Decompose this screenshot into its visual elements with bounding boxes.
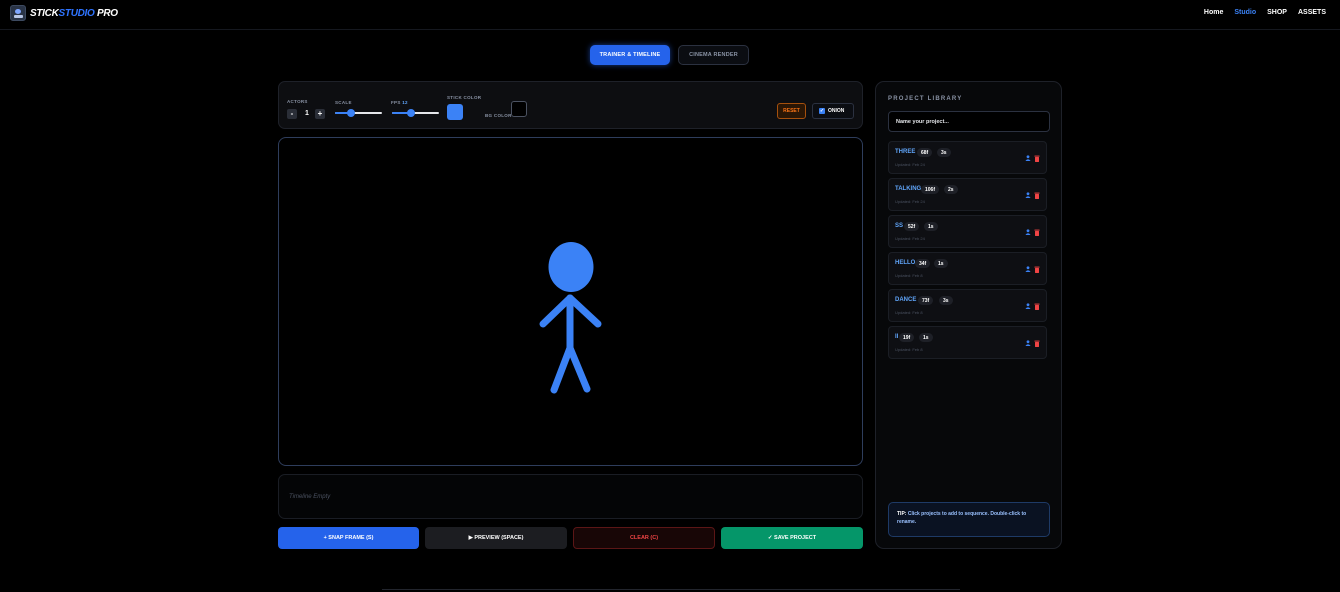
- project-duration-badge: 3s: [939, 296, 953, 305]
- delete-project-icon[interactable]: [1034, 340, 1040, 347]
- project-name-input[interactable]: [888, 111, 1050, 132]
- project-duration-badge: 2s: [944, 185, 958, 194]
- onion-checkbox-icon[interactable]: ✓: [819, 108, 825, 114]
- project-item[interactable]: TALKING 106f 2s Updated: Feb 24: [888, 178, 1047, 211]
- project-name: DANCE: [895, 297, 917, 303]
- fps-value: 12: [402, 100, 408, 105]
- scale-slider-handle[interactable]: [347, 109, 355, 117]
- timeline-strip[interactable]: Timeline Empty: [278, 474, 863, 519]
- project-library-panel: PROJECT LIBRARY THREE 68f 3s Updated: Fe…: [875, 81, 1062, 549]
- top-bar: STICKSTUDIO PRO Home Studio SHOP ASSETS: [0, 0, 1340, 30]
- actors-label: ACTORS: [287, 99, 308, 104]
- stick-figure-right-leg[interactable]: [566, 344, 591, 393]
- project-item[interactable]: DANCE 73f 3s Updated: Feb 8: [888, 289, 1047, 322]
- project-frames-badge: 19f: [899, 333, 915, 342]
- stick-figure-right-arm[interactable]: [566, 294, 602, 328]
- stick-figure[interactable]: [279, 138, 864, 467]
- scale-slider[interactable]: [335, 109, 382, 117]
- project-updated: Updated: Feb 8: [895, 310, 923, 315]
- project-name: HELLO: [895, 260, 916, 266]
- logo-text: STICKSTUDIO PRO: [30, 8, 118, 19]
- tip-box: TIP: Click projects to add to sequence. …: [888, 502, 1050, 537]
- delete-project-icon[interactable]: [1034, 303, 1040, 310]
- fps-label-text: FPS: [391, 100, 401, 105]
- delete-project-icon[interactable]: [1034, 229, 1040, 236]
- add-to-sequence-icon[interactable]: [1025, 229, 1031, 235]
- project-frames-badge: 52f: [904, 222, 920, 231]
- delete-project-icon[interactable]: [1034, 266, 1040, 273]
- tab-trainer-timeline[interactable]: TRAINER & TIMELINE: [590, 45, 670, 65]
- project-duration-badge: 1s: [934, 259, 948, 268]
- preview-button[interactable]: ▶ PREVIEW (SPACE): [425, 527, 567, 549]
- stick-color-label: STICK COLOR: [447, 95, 482, 100]
- actors-increment-button[interactable]: +: [315, 109, 325, 119]
- save-project-button[interactable]: ✓ SAVE PROJECT: [721, 527, 863, 549]
- reset-button[interactable]: RESET: [777, 103, 806, 119]
- bg-color-label: BG COLOR: [485, 113, 512, 118]
- project-frames-badge: 106f: [921, 185, 940, 194]
- stick-figure-left-leg[interactable]: [550, 344, 574, 394]
- tip-text: Click projects to add to sequence. Doubl…: [897, 511, 1027, 525]
- action-bar: + SNAP FRAME (S) ▶ PREVIEW (SPACE) CLEAR…: [278, 527, 863, 549]
- nav-shop[interactable]: SHOP: [1267, 9, 1287, 16]
- onion-label: ONION: [828, 108, 845, 114]
- mode-tabs: TRAINER & TIMELINE CINEMA RENDER: [590, 45, 749, 65]
- project-item[interactable]: HELLO 34f 1s Updated: Feb 8: [888, 252, 1047, 285]
- clear-button[interactable]: CLEAR (C): [573, 527, 715, 549]
- project-name: II: [895, 334, 899, 340]
- project-frames-badge: 73f: [918, 296, 934, 305]
- onion-toggle[interactable]: ✓ ONION: [812, 103, 854, 119]
- animation-canvas[interactable]: [278, 137, 863, 466]
- footer-divider: [382, 589, 960, 590]
- project-updated: Updated: Feb 24: [895, 236, 925, 241]
- logo-text-studio: STUDIO: [58, 7, 95, 19]
- project-name: TALKING: [895, 186, 922, 192]
- add-to-sequence-icon[interactable]: [1025, 303, 1031, 309]
- stick-color-picker[interactable]: [447, 104, 463, 120]
- project-updated: Updated: Feb 24: [895, 162, 925, 167]
- app-logo[interactable]: STICKSTUDIO PRO: [10, 5, 118, 21]
- tab-cinema-render[interactable]: CINEMA RENDER: [678, 45, 749, 65]
- add-to-sequence-icon[interactable]: [1025, 266, 1031, 272]
- bg-color-picker[interactable]: [511, 101, 527, 117]
- project-name: THREE: [895, 149, 916, 155]
- add-to-sequence-icon[interactable]: [1025, 192, 1031, 198]
- project-frames-badge: 68f: [917, 148, 933, 157]
- delete-project-icon[interactable]: [1034, 192, 1040, 199]
- project-updated: Updated: Feb 24: [895, 199, 925, 204]
- project-duration-badge: 1s: [924, 222, 938, 231]
- project-item[interactable]: II 19f 1s Updated: Feb 8: [888, 326, 1047, 359]
- fps-slider[interactable]: [392, 109, 439, 117]
- fps-label: FPS 12: [391, 100, 408, 105]
- tip-label: TIP:: [897, 511, 907, 517]
- project-item[interactable]: THREE 68f 3s Updated: Feb 24: [888, 141, 1047, 174]
- logo-icon: [10, 5, 26, 21]
- logo-text-stick: STICK: [30, 7, 59, 19]
- main-nav: Home Studio SHOP ASSETS: [1204, 9, 1326, 16]
- project-duration-badge: 3s: [937, 148, 951, 157]
- project-name: SS: [895, 223, 904, 229]
- project-duration-badge: 1s: [919, 333, 933, 342]
- timeline-empty-text: Timeline Empty: [289, 494, 331, 500]
- controls-toolbar: [278, 81, 863, 129]
- stick-figure-left-arm[interactable]: [539, 294, 574, 328]
- project-updated: Updated: Feb 8: [895, 273, 923, 278]
- project-frames-badge: 34f: [915, 259, 931, 268]
- snap-frame-button[interactable]: + SNAP FRAME (S): [278, 527, 419, 549]
- nav-home[interactable]: Home: [1204, 9, 1223, 16]
- stick-figure-head[interactable]: [548, 242, 594, 292]
- add-to-sequence-icon[interactable]: [1025, 155, 1031, 161]
- scale-label: SCALE: [335, 100, 352, 105]
- fps-slider-handle[interactable]: [407, 109, 415, 117]
- project-library-title: PROJECT LIBRARY: [888, 96, 963, 102]
- delete-project-icon[interactable]: [1034, 155, 1040, 162]
- logo-text-pro: PRO: [94, 7, 118, 19]
- project-updated: Updated: Feb 8: [895, 347, 923, 352]
- add-to-sequence-icon[interactable]: [1025, 340, 1031, 346]
- actors-value: 1: [305, 110, 309, 117]
- nav-studio[interactable]: Studio: [1234, 9, 1256, 16]
- project-item[interactable]: SS 52f 1s Updated: Feb 24: [888, 215, 1047, 248]
- actors-decrement-button[interactable]: -: [287, 109, 297, 119]
- nav-assets[interactable]: ASSETS: [1298, 9, 1326, 16]
